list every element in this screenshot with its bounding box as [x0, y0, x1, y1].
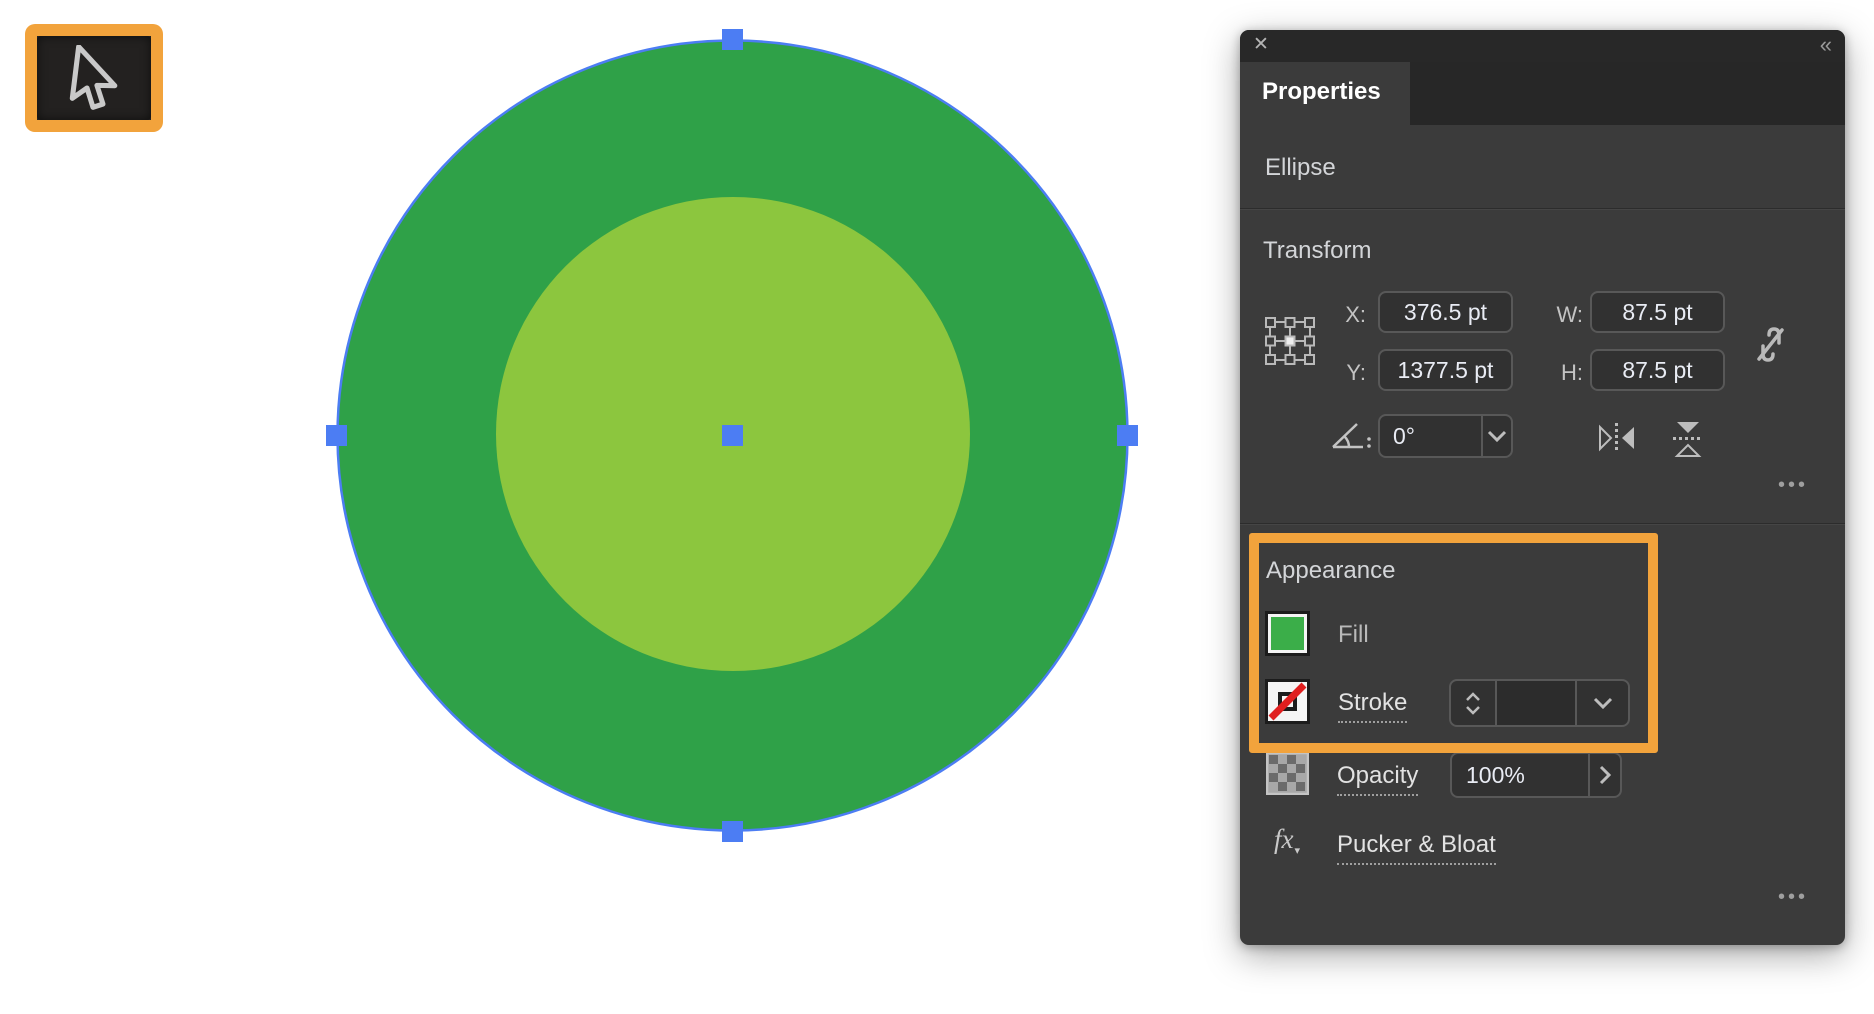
rotation-angle-icon	[1331, 422, 1373, 450]
stroke-weight-widget[interactable]	[1449, 679, 1630, 727]
fill-color-swatch[interactable]	[1265, 611, 1310, 656]
opacity-value[interactable]: 100%	[1452, 754, 1588, 796]
fill-label: Fill	[1338, 621, 1369, 649]
y-field-label: Y:	[1328, 360, 1366, 386]
appearance-section-title: Appearance	[1266, 557, 1395, 585]
stroke-label[interactable]: Stroke	[1338, 689, 1407, 723]
tab-properties-label: Properties	[1262, 78, 1381, 106]
selection-handle-right[interactable]	[1117, 425, 1138, 446]
selected-object-type: Ellipse	[1265, 154, 1336, 182]
chevron-down-icon[interactable]	[1483, 416, 1511, 456]
selection-tool-highlight	[25, 24, 163, 132]
opacity-label[interactable]: Opacity	[1337, 762, 1418, 796]
h-field-label: H:	[1540, 360, 1583, 386]
opacity-widget[interactable]: 100%	[1450, 752, 1622, 798]
panel-tabstrip: Properties	[1240, 62, 1845, 125]
divider	[1240, 208, 1845, 210]
selection-handle-bottom[interactable]	[722, 821, 743, 842]
width-input[interactable]: 87.5 pt	[1590, 291, 1725, 333]
divider	[1240, 523, 1845, 525]
panel-header-bar: ✕ «	[1240, 30, 1845, 62]
tab-properties[interactable]: Properties	[1240, 62, 1410, 125]
y-input[interactable]: 1377.5 pt	[1378, 349, 1513, 391]
close-icon[interactable]: ✕	[1253, 33, 1269, 56]
rotation-angle-dropdown[interactable]: 0°	[1378, 414, 1513, 458]
unlink-proportions-icon[interactable]	[1748, 321, 1794, 367]
selection-handle-left[interactable]	[326, 425, 347, 446]
stroke-weight-value[interactable]	[1497, 681, 1575, 725]
effect-pucker-bloat-link[interactable]: Pucker & Bloat	[1337, 831, 1496, 865]
stroke-weight-dropdown-icon[interactable]	[1577, 681, 1628, 725]
selection-cursor-icon	[63, 45, 125, 111]
properties-panel: ✕ « Properties Ellipse Transform X: 376.…	[1240, 30, 1845, 945]
stroke-weight-stepper[interactable]	[1451, 681, 1495, 725]
fx-effect-icon[interactable]: fx▾	[1274, 824, 1300, 857]
selection-handle-top[interactable]	[722, 29, 743, 50]
w-field-label: W:	[1540, 302, 1583, 328]
flip-horizontal-icon[interactable]	[1598, 423, 1636, 453]
opacity-checkerboard-swatch[interactable]	[1266, 752, 1309, 795]
rotation-angle-value: 0°	[1380, 416, 1481, 456]
stroke-none-icon	[1268, 682, 1307, 721]
stroke-color-swatch[interactable]	[1265, 679, 1310, 724]
chevron-right-icon[interactable]	[1590, 754, 1620, 796]
x-input[interactable]: 376.5 pt	[1378, 291, 1513, 333]
transform-more-options-button[interactable]: •••	[1778, 474, 1808, 497]
flip-vertical-icon[interactable]	[1673, 420, 1703, 458]
selection-handle-center[interactable]	[722, 425, 743, 446]
selection-tool-button[interactable]	[37, 36, 151, 120]
collapse-panel-icon[interactable]: «	[1820, 32, 1831, 58]
reference-point-locator[interactable]	[1265, 317, 1315, 365]
transform-section-title: Transform	[1263, 237, 1371, 265]
appearance-more-options-button[interactable]: •••	[1778, 886, 1808, 909]
height-input[interactable]: 87.5 pt	[1590, 349, 1725, 391]
x-field-label: X:	[1328, 302, 1366, 328]
